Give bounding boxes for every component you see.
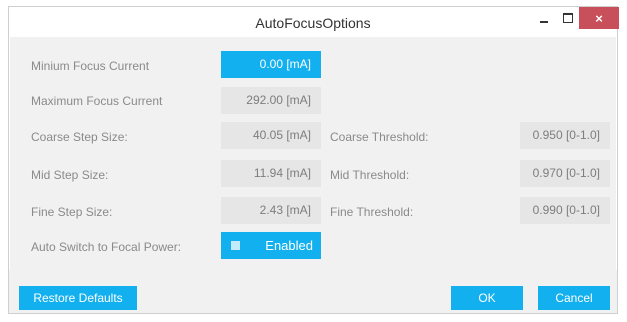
fine-threshold-label: Fine Threshold:: [330, 205, 414, 219]
minimize-icon: [540, 21, 548, 23]
maximize-button[interactable]: [558, 7, 578, 29]
auto-focus-options-window: AutoFocusOptions × Minium Focus Current …: [8, 6, 619, 314]
auto-switch-label: Auto Switch to Focal Power:: [31, 240, 182, 254]
max-focus-current-label: Maximum Focus Current: [31, 94, 163, 108]
minimize-button[interactable]: [534, 7, 554, 29]
mid-threshold-field[interactable]: 0.970 [0-1.0]: [520, 160, 610, 187]
restore-defaults-button[interactable]: Restore Defaults: [19, 286, 137, 310]
auto-switch-value: Enabled: [265, 238, 313, 253]
maximize-icon: [563, 13, 573, 23]
mid-step-field[interactable]: 11.94 [mA]: [221, 160, 321, 187]
coarse-threshold-label: Coarse Threshold:: [330, 130, 429, 144]
mid-threshold-label: Mid Threshold:: [330, 168, 410, 182]
mid-step-label: Mid Step Size:: [31, 168, 109, 182]
min-focus-current-field[interactable]: 0.00 [mA]: [221, 51, 321, 78]
button-bar: Restore Defaults OK Cancel: [9, 270, 617, 313]
fine-step-label: Fine Step Size:: [31, 205, 113, 219]
ok-button[interactable]: OK: [451, 286, 523, 310]
auto-switch-toggle[interactable]: Enabled: [221, 232, 321, 259]
fine-threshold-field[interactable]: 0.990 [0-1.0]: [520, 197, 610, 224]
min-focus-current-label: Minium Focus Current: [31, 59, 150, 73]
title-bar[interactable]: AutoFocusOptions ×: [9, 7, 619, 37]
coarse-step-field[interactable]: 40.05 [mA]: [221, 122, 321, 149]
coarse-step-label: Coarse Step Size:: [31, 130, 128, 144]
options-panel: Minium Focus Current 0.00 [mA] Maximum F…: [10, 37, 616, 270]
cancel-button[interactable]: Cancel: [538, 286, 610, 310]
window-title: AutoFocusOptions: [255, 15, 371, 31]
checkbox-icon: [231, 241, 240, 250]
close-button[interactable]: ×: [579, 7, 619, 29]
close-icon: ×: [595, 10, 603, 26]
coarse-threshold-field[interactable]: 0.950 [0-1.0]: [520, 122, 610, 149]
max-focus-current-field[interactable]: 292.00 [mA]: [221, 87, 321, 114]
fine-step-field[interactable]: 2.43 [mA]: [221, 197, 321, 224]
